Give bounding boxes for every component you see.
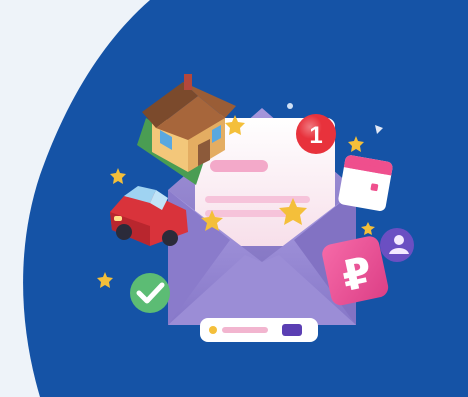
calendar-marked-day [370,183,379,192]
letter-line-3 [205,210,290,217]
toggle-button [282,324,302,336]
toggle-line [222,327,268,333]
toggle-dot [209,326,217,334]
decor-dot [287,103,293,109]
profile-circle [380,228,414,262]
profile-head [394,235,404,245]
house-chimney [184,74,192,90]
notification-badge: 1 [296,114,336,154]
check-circle [130,273,170,313]
notification-count: 1 [309,122,322,149]
car-headlight [114,216,122,221]
illustration-canvas: 1 ₽ [0,0,468,397]
letter-line-1 [210,160,268,172]
profile-icon [380,228,414,262]
promo-illustration: 1 ₽ [0,0,468,397]
toggle-card-icon [200,318,318,342]
car-wheel-front [116,224,132,240]
checkmark-icon [130,273,170,313]
car-wheel-back [162,230,178,246]
calendar-icon [338,155,393,211]
